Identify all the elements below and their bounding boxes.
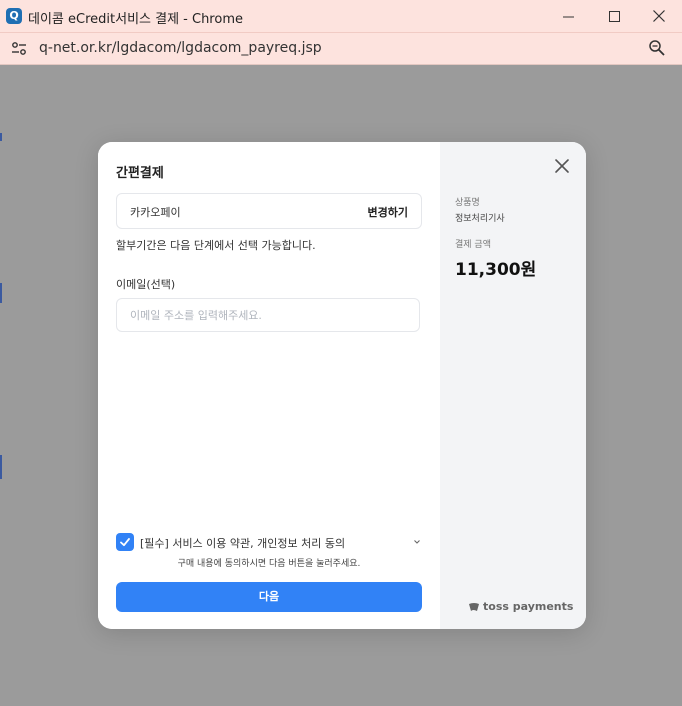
payment-amount: 11,300원: [455, 260, 537, 280]
agreement-row[interactable]: [필수] 서비스 이용 약관, 개인정보 처리 동의: [116, 533, 422, 551]
maximize-icon: [608, 10, 620, 22]
product-label: 상품명: [455, 198, 480, 208]
payment-modal: 간편결제 카카오페이 변경하기 할부기간은 다음 단계에서 선택 가능합니다. …: [98, 142, 586, 629]
modal-title: 간편결제: [116, 166, 164, 181]
product-name: 정보처리기사: [455, 214, 505, 224]
brand-name: toss payments: [483, 600, 574, 613]
maximize-button[interactable]: [591, 0, 637, 32]
toss-logo-icon: [469, 602, 479, 611]
agreement-note: 구매 내용에 동의하시면 다음 버튼을 눌러주세요.: [177, 559, 361, 569]
next-button[interactable]: 다음: [116, 582, 422, 612]
background-edge: [0, 455, 2, 479]
close-window-icon: [653, 10, 665, 22]
site-info-icon[interactable]: [10, 40, 28, 58]
minimize-button[interactable]: [545, 0, 591, 32]
change-method-button[interactable]: 변경하기: [368, 204, 408, 220]
email-input[interactable]: [116, 298, 420, 332]
toss-payments-logo: toss payments: [468, 600, 573, 613]
agreement-checkbox[interactable]: [116, 533, 134, 551]
email-label: 이메일(선택): [116, 278, 176, 291]
agreement-label[interactable]: [필수] 서비스 이용 약관, 개인정보 처리 동의: [140, 535, 345, 551]
close-icon[interactable]: [554, 158, 570, 174]
zoom-icon[interactable]: [648, 39, 666, 57]
minimize-icon: [562, 16, 574, 17]
payment-form: 간편결제 카카오페이 변경하기 할부기간은 다음 단계에서 선택 가능합니다. …: [98, 142, 440, 629]
window-titlebar: Q 데이콤 eCredit서비스 결제 - Chrome: [0, 0, 682, 33]
background-edge: [0, 283, 2, 303]
window-title: 데이콤 eCredit서비스 결제 - Chrome: [28, 12, 243, 27]
app-icon: Q: [6, 8, 22, 24]
payment-method-name: 카카오페이: [130, 206, 181, 219]
payment-method-selector[interactable]: 카카오페이 변경하기: [116, 193, 422, 229]
address-bar: q-net.or.kr/lgdacom/lgdacom_payreq.jsp: [0, 33, 682, 65]
url-text[interactable]: q-net.or.kr/lgdacom/lgdacom_payreq.jsp: [39, 40, 322, 56]
order-summary: 상품명 정보처리기사 결제 금액 11,300원 toss payments: [440, 142, 586, 629]
background-edge: [0, 133, 2, 141]
close-window-button[interactable]: [636, 0, 682, 32]
amount-label: 결제 금액: [455, 240, 491, 250]
check-icon: [120, 538, 130, 547]
chevron-down-icon[interactable]: [412, 537, 422, 547]
installment-note: 할부기간은 다음 단계에서 선택 가능합니다.: [116, 239, 316, 252]
